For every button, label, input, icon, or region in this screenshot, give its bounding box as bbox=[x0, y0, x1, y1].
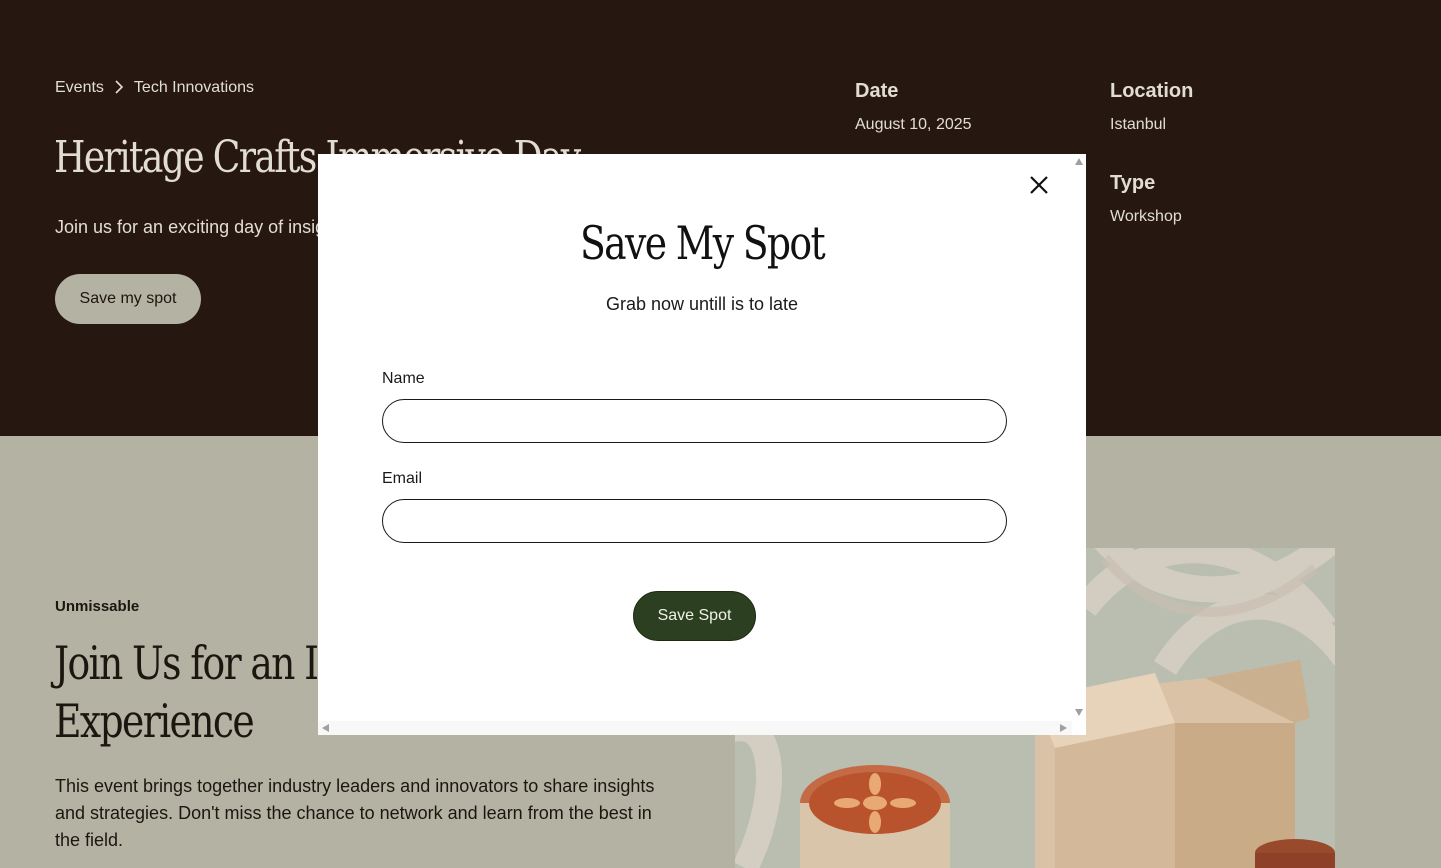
event-description: Join us for an exciting day of insights bbox=[55, 217, 350, 237]
location-label: Location bbox=[1110, 80, 1194, 102]
location-value: Istanbul bbox=[1110, 116, 1167, 133]
breadcrumb: Events Tech Innovations bbox=[55, 79, 254, 97]
chevron-right-icon bbox=[114, 79, 124, 97]
modal-vertical-scrollbar[interactable] bbox=[1072, 154, 1086, 721]
save-my-spot-button[interactable]: Save my spot bbox=[55, 274, 201, 324]
breadcrumb-tech-innovations-link[interactable]: Tech Innovations bbox=[134, 79, 254, 97]
type-value: Workshop bbox=[1110, 208, 1182, 225]
email-label: Email bbox=[382, 470, 423, 487]
email-input[interactable] bbox=[382, 499, 1007, 543]
type-label: Type bbox=[1110, 172, 1156, 194]
modal-title: Save My Spot bbox=[579, 216, 826, 270]
section-title-line-2: Experience bbox=[54, 694, 255, 748]
save-spot-button[interactable]: Save Spot bbox=[633, 591, 756, 641]
section-description: This event brings together industry lead… bbox=[55, 776, 655, 850]
date-value: August 10, 2025 bbox=[855, 116, 972, 133]
save-spot-modal: Save My Spot Grab now untill is to late … bbox=[318, 154, 1086, 735]
close-icon[interactable] bbox=[1027, 173, 1051, 197]
modal-horizontal-scrollbar[interactable] bbox=[318, 721, 1072, 735]
modal-subtitle: Grab now untill is to late bbox=[605, 294, 799, 314]
name-label: Name bbox=[382, 370, 425, 387]
section-eyebrow: Unmissable bbox=[55, 598, 140, 615]
name-input[interactable] bbox=[382, 399, 1007, 443]
breadcrumb-events-link[interactable]: Events bbox=[55, 79, 104, 97]
date-label: Date bbox=[855, 80, 899, 102]
